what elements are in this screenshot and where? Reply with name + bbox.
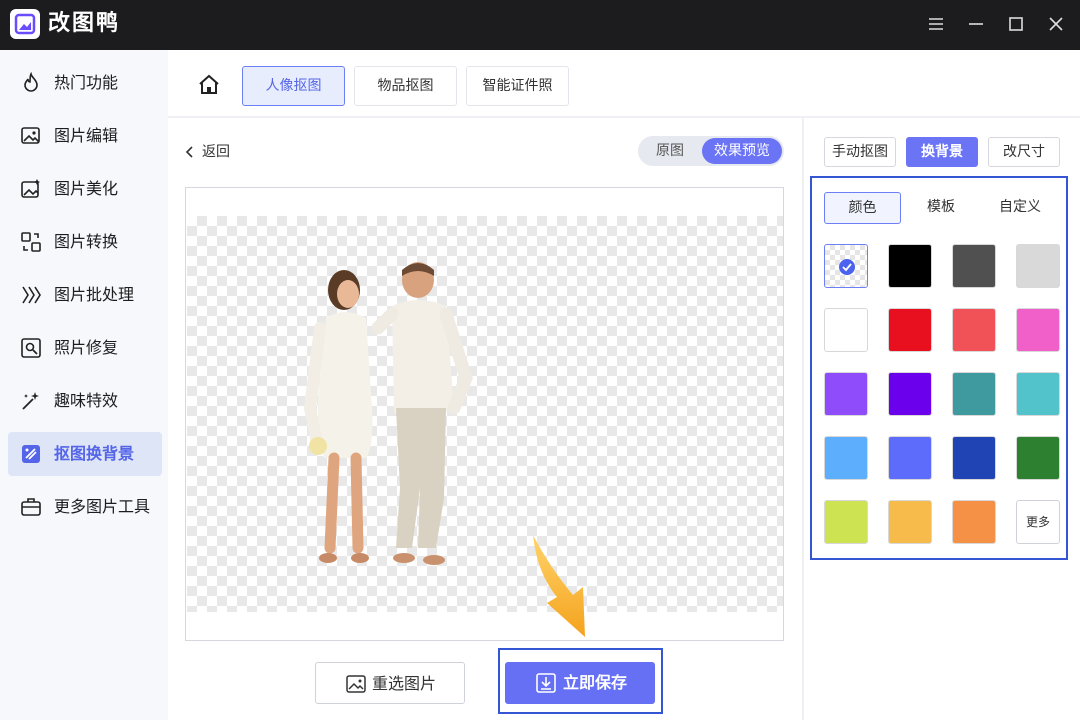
chevron-left-icon <box>185 146 193 158</box>
magic-wand-icon <box>22 392 39 410</box>
swatch-navy[interactable] <box>952 436 996 480</box>
sidebar-item-label: 更多图片工具 <box>54 497 151 516</box>
swatch-teal[interactable] <box>952 372 996 416</box>
flame-icon <box>24 72 38 92</box>
check-circle-icon <box>839 259 855 275</box>
more-colors-button[interactable]: 更多 <box>1016 500 1060 544</box>
image-icon <box>346 675 366 693</box>
maximize-icon[interactable] <box>1004 12 1028 36</box>
swatch-red[interactable] <box>888 308 932 352</box>
sidebar-item-convert[interactable]: 图片转换 <box>8 220 162 264</box>
swatch-black[interactable] <box>888 244 932 288</box>
image-edit-icon <box>21 127 40 144</box>
subtab-color[interactable]: 颜色 <box>824 192 901 224</box>
minimize-icon[interactable] <box>964 12 988 36</box>
back-label: 返回 <box>202 144 230 160</box>
top-tab-bar: 人像抠图 物品抠图 智能证件照 <box>168 50 1080 116</box>
sidebar-item-label: 热门功能 <box>54 73 119 92</box>
swatch-lime[interactable] <box>824 500 868 544</box>
sidebar-item-label: 图片编辑 <box>54 126 119 145</box>
toggle-original[interactable]: 原图 <box>642 138 698 164</box>
sidebar-item-cutout[interactable]: 抠图换背景 <box>8 432 162 476</box>
sidebar-item-label: 照片修复 <box>54 338 119 357</box>
close-icon[interactable] <box>1044 12 1068 36</box>
tab-id-photo[interactable]: 智能证件照 <box>466 66 569 106</box>
repair-icon <box>21 338 41 358</box>
title-bar: 改图鸭 <box>0 0 1080 50</box>
reselect-image-button[interactable]: 重选图片 <box>315 662 465 704</box>
back-button[interactable]: 返回 <box>184 140 230 164</box>
mode-resize[interactable]: 改尺寸 <box>988 137 1060 167</box>
sidebar-item-more-tools[interactable]: 更多图片工具 <box>8 485 162 529</box>
sidebar-item-batch[interactable]: 图片批处理 <box>8 273 162 317</box>
app-logo-icon <box>10 9 40 39</box>
subtab-custom[interactable]: 自定义 <box>986 192 1054 224</box>
sidebar-item-edit[interactable]: 图片编辑 <box>8 114 162 158</box>
swatch-violet[interactable] <box>824 372 868 416</box>
swatch-green[interactable] <box>1016 436 1060 480</box>
sidebar-item-label: 图片批处理 <box>54 285 135 304</box>
swatch-purple[interactable] <box>888 372 932 416</box>
convert-icon <box>21 232 41 252</box>
save-label: 立即保存 <box>563 673 628 692</box>
swatch-yellow[interactable] <box>888 500 932 544</box>
sidebar-item-hot[interactable]: 热门功能 <box>8 61 162 105</box>
swatch-dark-gray[interactable] <box>952 244 996 288</box>
swatch-coral[interactable] <box>952 308 996 352</box>
preview-canvas <box>185 187 784 641</box>
subtab-template[interactable]: 模板 <box>910 192 972 224</box>
mode-change-background[interactable]: 换背景 <box>906 137 978 167</box>
view-toggle: 原图 效果预览 <box>638 136 784 166</box>
tab-portrait-cutout[interactable]: 人像抠图 <box>242 66 345 106</box>
save-button[interactable]: 立即保存 <box>505 662 655 704</box>
swatch-white[interactable] <box>824 308 868 352</box>
mode-manual-cutout[interactable]: 手动抠图 <box>824 137 896 167</box>
hamburger-icon[interactable] <box>924 12 948 36</box>
image-sparkle-icon <box>21 179 40 198</box>
cutout-photo <box>303 262 473 565</box>
tab-object-cutout[interactable]: 物品抠图 <box>354 66 457 106</box>
swatch-sky-blue[interactable] <box>824 436 868 480</box>
sidebar-item-label: 趣味特效 <box>54 391 119 410</box>
home-icon[interactable] <box>196 72 222 98</box>
swatch-cyan[interactable] <box>1016 372 1060 416</box>
pointer-arrow-icon <box>533 535 585 637</box>
batch-icon <box>22 286 41 304</box>
toolbox-icon <box>21 498 41 516</box>
sidebar-item-beautify[interactable]: 图片美化 <box>8 167 162 211</box>
right-panel: 手动抠图 换背景 改尺寸 颜色 模板 自定义 更多 <box>804 118 1080 720</box>
swatch-light-gray[interactable] <box>1016 244 1060 288</box>
sidebar: 热门功能 图片编辑 图片美化 图片转换 图片批处理 照片修复 趣味特效 抠图换背… <box>0 50 168 720</box>
sidebar-item-label: 图片美化 <box>54 179 119 198</box>
sidebar-item-label: 抠图换背景 <box>54 444 135 463</box>
cutout-icon <box>22 445 40 463</box>
swatch-indigo[interactable] <box>888 436 932 480</box>
app-title: 改图鸭 <box>48 11 121 36</box>
swatch-orange[interactable] <box>952 500 996 544</box>
swatch-pink[interactable] <box>1016 308 1060 352</box>
swatch-transparent[interactable] <box>824 244 868 288</box>
sidebar-item-label: 图片转换 <box>54 232 119 251</box>
toggle-preview[interactable]: 效果预览 <box>702 138 782 164</box>
reselect-label: 重选图片 <box>372 674 437 693</box>
sidebar-item-effects[interactable]: 趣味特效 <box>8 379 162 423</box>
download-icon <box>536 673 556 693</box>
main-panel: 返回 原图 效果预览 重选图片 立即保存 <box>168 118 802 720</box>
sidebar-item-repair[interactable]: 照片修复 <box>8 326 162 370</box>
